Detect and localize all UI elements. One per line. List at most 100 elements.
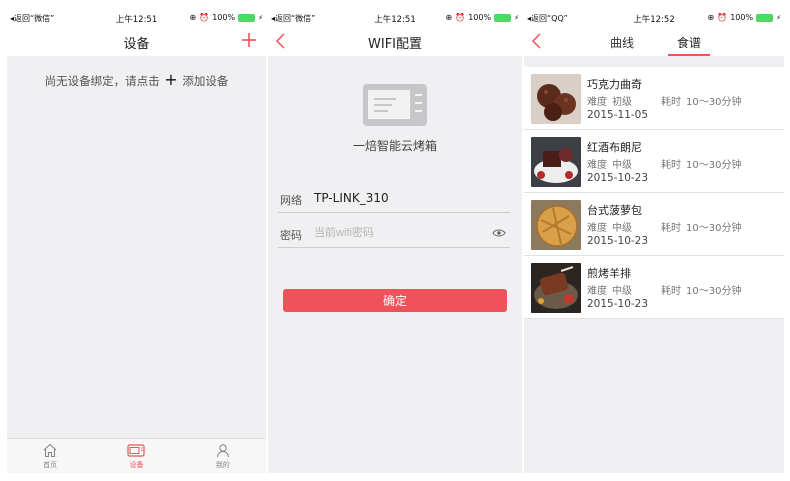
time-label: 耗时 xyxy=(661,286,681,297)
wifi-config-screen: ◂返回“微信” 上午12:51 ⊕ ⏰ 100% ⚡ WIFI配置 一焙智能云烤… xyxy=(268,8,522,473)
difficulty-value: 中级 xyxy=(612,223,632,234)
tab-me-label: 我的 xyxy=(215,461,230,469)
network-label: 网络 xyxy=(280,194,302,207)
add-device-icon[interactable] xyxy=(240,31,258,49)
nav-bar xyxy=(524,28,784,56)
recipe-date: 2015-10-23 xyxy=(587,298,649,310)
time-value: 10～30分钟 xyxy=(686,286,742,297)
status-bar: ◂返回“微信” 上午12:51 ⊕ ⏰ 100% ⚡ xyxy=(7,8,266,28)
recipe-difficulty: 难度 初级 xyxy=(587,93,632,108)
back-arrow-icon[interactable] xyxy=(530,32,544,50)
network-value[interactable]: TP-LINK_310 xyxy=(314,191,389,205)
recipe-name: 台式菠萝包 xyxy=(587,204,642,217)
recipe-time: 耗时 10～30分钟 xyxy=(661,93,741,108)
recipe-difficulty: 难度 中级 xyxy=(587,219,632,234)
empty-msg-text: 尚无设备绑定，请点击 xyxy=(44,74,160,88)
alarm-icon: ⏰ xyxy=(455,13,466,22)
password-input[interactable] xyxy=(314,224,484,242)
tab-home-label: 首页 xyxy=(43,461,58,469)
battery-icon xyxy=(238,13,256,22)
alarm-icon: ⏰ xyxy=(717,13,728,22)
battery-percent: 100% xyxy=(212,13,236,22)
status-indicators: ⊕ ⏰ 100% ⚡ xyxy=(708,13,781,22)
time-label: 耗时 xyxy=(661,223,681,234)
recipe-item[interactable]: 红酒布朗尼 难度 中级 耗时 10～30分钟 2015-10-23 xyxy=(524,130,784,193)
battery-icon xyxy=(494,13,512,22)
nav-bar: 设备 xyxy=(7,28,266,56)
empty-state-message: 尚无设备绑定，请点击 + 添加设备 xyxy=(7,70,266,89)
rotation-lock-icon: ⊕ xyxy=(707,13,715,22)
show-password-icon[interactable] xyxy=(492,228,506,238)
tab-curve[interactable]: 曲线 xyxy=(610,34,634,51)
recipe-item[interactable]: 巧克力曲奇 难度 初级 耗时 10～30分钟 2015-11-05 xyxy=(524,67,784,130)
recipe-name: 红酒布朗尼 xyxy=(587,141,642,154)
confirm-button[interactable]: 确定 xyxy=(283,289,507,312)
time-value: 10～30分钟 xyxy=(686,97,742,108)
tab-devices-label: 设备 xyxy=(129,461,144,469)
oven-illustration-icon xyxy=(363,84,427,126)
devices-screen: ◂返回“微信” 上午12:51 ⊕ ⏰ 100% ⚡ 设备 尚无设备绑定，请点击… xyxy=(7,8,266,473)
time-value: 10～30分钟 xyxy=(686,160,742,171)
oven-icon xyxy=(127,444,146,457)
tab-recipes[interactable]: 食谱 xyxy=(677,34,701,51)
recipe-name: 巧克力曲奇 xyxy=(587,78,642,91)
recipe-date: 2015-10-23 xyxy=(587,172,649,184)
status-bar: ◂返回“QQ” 上午12:52 ⊕ ⏰ 100% ⚡ xyxy=(524,8,784,28)
nav-bar: WIFI配置 xyxy=(268,28,522,56)
rotation-lock-icon: ⊕ xyxy=(189,13,197,22)
battery-icon xyxy=(756,13,774,22)
difficulty-label: 难度 xyxy=(587,286,607,297)
recipe-time: 耗时 10～30分钟 xyxy=(661,282,741,297)
device-list-area xyxy=(7,56,266,473)
recipe-item[interactable]: 煎烤羊排 难度 中级 耗时 10～30分钟 2015-10-23 xyxy=(524,256,784,319)
plus-icon: + xyxy=(164,70,178,89)
battery-percent: 100% xyxy=(468,13,492,22)
recipe-time: 耗时 10～30分钟 xyxy=(661,219,741,234)
empty-msg-action: 添加设备 xyxy=(182,74,229,88)
charging-icon: ⚡ xyxy=(258,13,263,22)
difficulty-value: 中级 xyxy=(612,160,632,171)
page-title: 设备 xyxy=(123,37,150,52)
status-bar: ◂返回“微信” 上午12:51 ⊕ ⏰ 100% ⚡ xyxy=(268,8,522,28)
rotation-lock-icon: ⊕ xyxy=(445,13,453,22)
recipe-thumbnail xyxy=(531,263,581,313)
time-value: 10～30分钟 xyxy=(686,223,742,234)
recipe-thumbnail xyxy=(531,200,581,250)
recipes-screen: ◂返回“QQ” 上午12:52 ⊕ ⏰ 100% ⚡ 曲线 食谱 巧克力曲奇 难… xyxy=(524,8,784,473)
home-icon xyxy=(43,443,57,458)
tab-devices[interactable]: 设备 xyxy=(93,439,179,473)
recipe-item[interactable]: 台式菠萝包 难度 中级 耗时 10～30分钟 2015-10-23 xyxy=(524,193,784,256)
difficulty-label: 难度 xyxy=(587,97,607,108)
recipe-list: 巧克力曲奇 难度 初级 耗时 10～30分钟 2015-11-05 红酒布朗尼 难度… xyxy=(524,67,784,319)
recipe-thumbnail xyxy=(531,74,581,124)
page-title: WIFI配置 xyxy=(368,37,422,52)
difficulty-value: 初级 xyxy=(612,97,632,108)
charging-icon: ⚡ xyxy=(514,13,519,22)
difficulty-label: 难度 xyxy=(587,160,607,171)
alarm-icon: ⏰ xyxy=(199,13,210,22)
person-icon xyxy=(216,444,229,458)
battery-percent: 100% xyxy=(730,13,754,22)
difficulty-label: 难度 xyxy=(587,223,607,234)
recipe-difficulty: 难度 中级 xyxy=(587,282,632,297)
time-label: 耗时 xyxy=(661,97,681,108)
tab-home[interactable]: 首页 xyxy=(7,439,93,473)
tab-me[interactable]: 我的 xyxy=(180,439,266,473)
difficulty-value: 中级 xyxy=(612,286,632,297)
recipe-thumbnail xyxy=(531,137,581,187)
recipe-date: 2015-10-23 xyxy=(587,235,649,247)
recipe-time: 耗时 10～30分钟 xyxy=(661,156,741,171)
password-label: 密码 xyxy=(280,229,302,242)
recipe-date: 2015-11-05 xyxy=(587,109,649,121)
status-indicators: ⊕ ⏰ 100% ⚡ xyxy=(446,13,519,22)
status-indicators: ⊕ ⏰ 100% ⚡ xyxy=(190,13,263,22)
charging-icon: ⚡ xyxy=(776,13,781,22)
password-row: 密码 xyxy=(278,220,510,248)
device-name: 一焙智能云烤箱 xyxy=(352,139,437,153)
app-screenshots: ◂返回“微信” 上午12:51 ⊕ ⏰ 100% ⚡ 设备 尚无设备绑定，请点击… xyxy=(0,0,790,481)
recipe-difficulty: 难度 中级 xyxy=(587,156,632,171)
network-row: 网络 TP-LINK_310 xyxy=(278,185,510,213)
recipe-name: 煎烤羊排 xyxy=(587,267,631,280)
tab-bar: 首页 设备 我的 xyxy=(7,438,266,473)
time-label: 耗时 xyxy=(661,160,681,171)
